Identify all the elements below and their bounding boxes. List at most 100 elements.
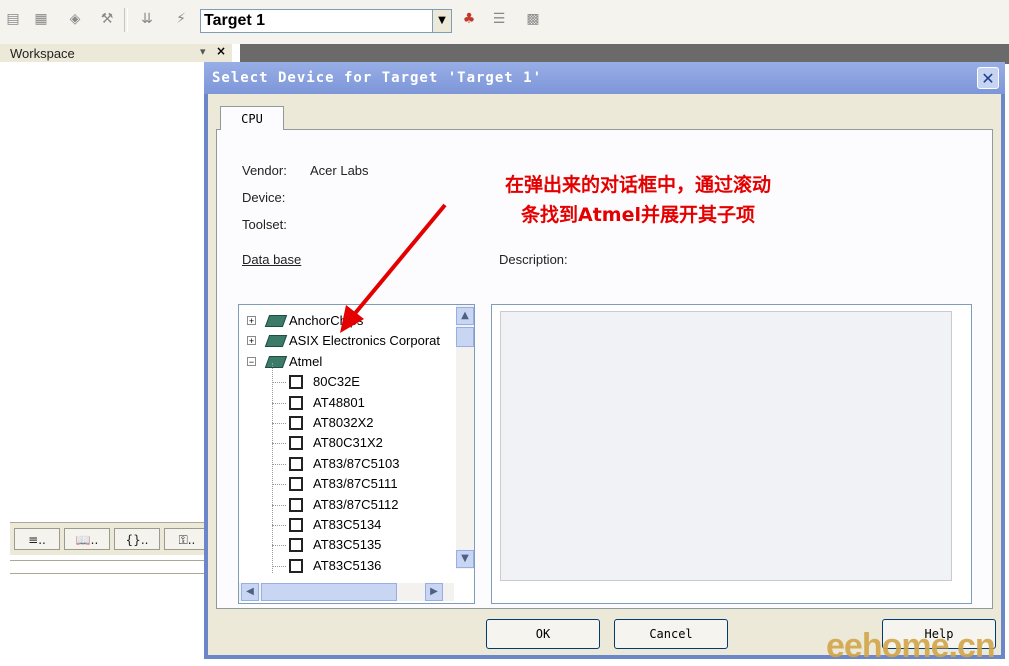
tree-vendor-item[interactable]: − Atmel — [239, 352, 449, 372]
workspace-bottom-bar — [10, 560, 210, 574]
tutorial-annotation: 在弹出来的对话框中，通过滚动 条找到Atmel并展开其子项 — [448, 170, 828, 230]
dialog-title: Select Device for Target 'Target 1' — [212, 70, 543, 86]
ok-button[interactable]: OK — [486, 619, 600, 649]
annotation-line-2: 条找到Atmel并展开其子项 — [521, 204, 755, 226]
tree-device-item[interactable]: AT48801 — [239, 393, 449, 413]
pane-menu-icon[interactable]: ▾ — [200, 45, 206, 58]
tree-item-label: AT83C5134 — [313, 517, 382, 532]
tab-books[interactable]: 📖.. — [64, 528, 110, 550]
tree-item-label: AT83/87C5103 — [313, 455, 400, 471]
chip-icon — [289, 395, 303, 410]
tab-project[interactable]: ≡.. — [14, 528, 60, 550]
tree-device-item[interactable]: 80C32E — [239, 372, 449, 392]
tree-item-label: AT48801 — [313, 394, 365, 410]
target-select-value: Target 1 — [204, 12, 266, 29]
select-device-dialog: Select Device for Target 'Target 1' ✕ Ve… — [204, 62, 1005, 659]
watermark: eehome.cn — [826, 627, 996, 665]
horizontal-scrollbar[interactable]: ◀ ▶ — [239, 583, 454, 601]
chip-icon — [289, 436, 303, 451]
vendor-label: Vendor: — [242, 163, 287, 178]
close-icon[interactable]: ✕ — [977, 67, 999, 89]
tree-connector — [272, 382, 286, 384]
workspace-title: Workspace — [10, 46, 75, 61]
close-icon[interactable]: × — [216, 44, 226, 58]
editor-area-header — [240, 44, 1009, 64]
device-label: Device: — [242, 190, 286, 205]
tree-item-label: AT83C5135 — [313, 537, 382, 553]
workspace-header: Workspace ▾ × — [0, 44, 232, 63]
description-label: Description: — [499, 252, 568, 267]
tree-item-label: Atmel — [289, 353, 323, 369]
annotation-arrow — [340, 203, 447, 333]
tree-device-item[interactable]: AT83/87C5112 — [239, 495, 449, 515]
tree-connector — [272, 423, 286, 424]
manage-components-icon[interactable]: ☰ — [490, 10, 508, 28]
target-options-icon[interactable]: ♣ — [460, 10, 478, 28]
tree-connector-vertical — [272, 363, 273, 573]
annotation-line-1: 在弹出来的对话框中，通过滚动 — [504, 174, 771, 196]
database-label: Data base — [242, 252, 302, 267]
workspace-tabs: ≡.. 📖.. {}.. ⚿.. — [10, 522, 210, 555]
batch-build-icon[interactable]: ▤ — [4, 10, 22, 28]
tree-device-item[interactable]: AT8032X2 — [239, 413, 449, 433]
tree-connector — [272, 525, 286, 526]
tree-connector — [272, 504, 286, 506]
tree-item-label: AT83/87C5112 — [313, 496, 399, 512]
batch-setup-icon[interactable]: ▦ — [32, 10, 50, 28]
tree-connector — [272, 443, 286, 445]
tree-connector — [272, 463, 286, 465]
tree-connector — [272, 565, 286, 567]
scroll-right-icon[interactable]: ▶ — [425, 583, 443, 601]
chevron-down-icon[interactable]: ▼ — [432, 10, 451, 32]
tree-connector — [272, 484, 286, 486]
tree-device-item[interactable]: AT83/87C5103 — [239, 454, 449, 474]
tree-device-item[interactable]: AT83C5136 — [239, 556, 449, 576]
chip-icon — [289, 558, 303, 573]
tree-connector — [272, 545, 286, 547]
load-icon[interactable]: ⚡ — [172, 10, 190, 28]
tree-item-label: AT83C5136 — [313, 557, 382, 573]
tab-cpu[interactable]: CPU — [220, 106, 284, 130]
description-box[interactable] — [491, 304, 972, 604]
ide-toolbar: ▤ ▦ ◈ ⚒ ⇊ ⚡ Target 1 ▼ ♣ ☰ ▩ — [0, 0, 1009, 44]
chip-icon — [289, 477, 303, 492]
target-select[interactable]: Target 1 ▼ — [200, 9, 452, 33]
vendor-book-icon — [264, 355, 288, 368]
select-packs-icon[interactable]: ▩ — [524, 10, 542, 28]
tree-device-item[interactable]: AT83C5135 — [239, 535, 449, 555]
hscroll-thumb[interactable] — [261, 583, 397, 601]
tree-item-label: AT83/87C5111 — [313, 476, 398, 492]
tab-functions[interactable]: {}.. — [114, 528, 160, 550]
rebuild-icon[interactable]: ◈ — [66, 10, 84, 28]
vendor-book-icon — [264, 335, 288, 348]
collapse-icon[interactable]: − — [247, 356, 256, 366]
description-text-area[interactable] — [500, 311, 952, 581]
chip-icon — [289, 518, 303, 532]
vendor-value: Acer Labs — [310, 163, 369, 178]
tree-item-label: 80C32E — [313, 374, 360, 390]
toolbar-separator — [124, 8, 128, 32]
chip-icon — [289, 375, 303, 390]
expand-icon[interactable]: + — [247, 316, 256, 326]
chip-icon — [289, 416, 303, 430]
chip-icon — [289, 538, 303, 553]
tree-device-item[interactable]: AT80C31X2 — [239, 433, 449, 453]
tree-device-item[interactable]: AT83C5134 — [239, 515, 449, 535]
chip-icon — [289, 456, 303, 471]
scroll-down-icon[interactable]: ▼ — [456, 550, 474, 568]
cancel-button[interactable]: Cancel — [614, 619, 728, 649]
expand-icon[interactable]: + — [247, 336, 256, 346]
workspace-pane — [0, 62, 233, 522]
scroll-left-icon[interactable]: ◀ — [241, 583, 259, 601]
vertical-scrollbar[interactable]: ▲ ▼ — [456, 305, 474, 569]
vendor-book-icon — [264, 315, 288, 327]
tree-connector — [272, 402, 286, 404]
tree-item-label: AT80C31X2 — [313, 435, 383, 451]
tree-device-item[interactable]: AT83/87C5111 — [239, 474, 449, 494]
device-database-tree[interactable]: + AnchorChips + ASIX Electronics Corporat − A… — [238, 304, 475, 604]
download-icon[interactable]: ⇊ — [138, 10, 156, 28]
clean-icon[interactable]: ⚒ — [98, 10, 116, 28]
dialog-title-bar[interactable]: Select Device for Target 'Target 1' ✕ — [204, 62, 1005, 94]
chip-icon — [289, 497, 303, 512]
toolset-label: Toolset: — [242, 217, 287, 232]
